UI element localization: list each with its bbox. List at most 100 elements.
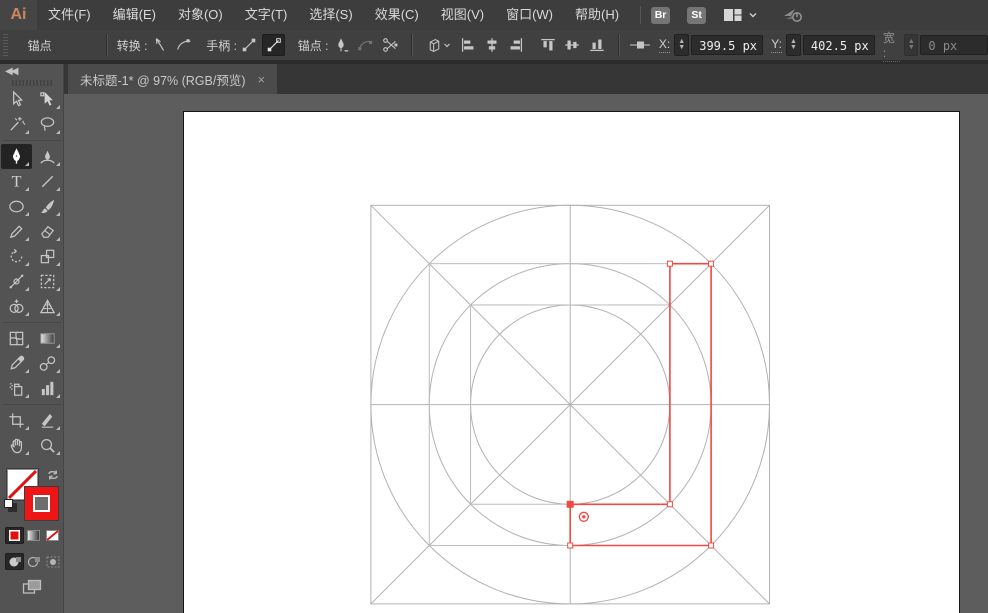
tool-zoom[interactable] — [32, 433, 63, 458]
menu-item[interactable]: 窗口(W) — [495, 0, 564, 30]
align-horizontal-center-icon — [487, 38, 497, 52]
anchor-point[interactable] — [567, 542, 574, 549]
bridge-button[interactable]: Br — [651, 6, 671, 24]
handles-hide-button[interactable] — [238, 34, 260, 56]
anchor-point[interactable] — [666, 501, 673, 508]
tool-slice[interactable] — [32, 408, 63, 433]
control-panel-title: 锚点 — [27, 38, 52, 53]
artboard[interactable] — [183, 111, 960, 613]
x-stepper[interactable]: ▲ ▼ — [674, 34, 690, 56]
y-label[interactable]: Y: — [771, 37, 782, 53]
tool-gradient[interactable] — [32, 326, 63, 351]
rotate-icon — [10, 248, 22, 263]
blend-icon — [39, 356, 55, 371]
width-field-group: 宽 : ▲ ▼ 0 px — [875, 29, 988, 62]
tool-curvature[interactable] — [32, 144, 63, 169]
gradient-button[interactable] — [24, 527, 43, 544]
tool-pen[interactable] — [0, 144, 32, 169]
menu-item[interactable]: 效果(C) — [364, 0, 430, 30]
tool-ellipse[interactable] — [1, 194, 32, 219]
tool-shape-builder[interactable] — [1, 294, 32, 319]
align-bottom-icon — [589, 39, 604, 52]
tab-close-button[interactable]: × — [258, 73, 266, 86]
cut-path-button[interactable] — [378, 34, 400, 56]
x-label[interactable]: X: — [658, 37, 671, 53]
tool-line-segment[interactable] — [32, 169, 63, 194]
tool-selection[interactable] — [1, 87, 32, 112]
none-button[interactable] — [43, 527, 62, 544]
line-segment-icon — [41, 175, 53, 188]
screen-mode-button[interactable] — [22, 579, 42, 600]
align-top-button[interactable] — [537, 34, 559, 56]
panel-drag-grip[interactable] — [0, 79, 63, 87]
tool-eraser[interactable] — [32, 219, 63, 244]
anchor-point[interactable] — [666, 260, 673, 267]
fill-stroke-area — [0, 463, 64, 613]
tool-perspective-grid[interactable] — [32, 294, 63, 319]
anchor-point[interactable] — [708, 542, 715, 549]
artwork-canvas[interactable] — [184, 112, 959, 613]
handles-show-button[interactable] — [262, 34, 285, 56]
tool-type[interactable]: T — [1, 169, 32, 194]
workspace-switcher-button[interactable] — [723, 7, 758, 23]
y-stepper[interactable]: ▲ ▼ — [785, 34, 801, 56]
stock-button[interactable]: St — [687, 6, 707, 24]
menu-item[interactable]: 选择(S) — [298, 0, 363, 30]
gpu-performance-button[interactable] — [782, 6, 804, 24]
swap-fill-stroke-icon[interactable] — [46, 468, 60, 487]
paint-style-buttons — [5, 527, 62, 544]
panel-collapse-button[interactable]: ◀◀ — [0, 64, 63, 79]
ellipse-icon — [8, 200, 24, 213]
align-bottom-button[interactable] — [586, 34, 608, 56]
align-vertical-center-button[interactable] — [561, 34, 583, 56]
stroke-swatch[interactable] — [25, 487, 58, 520]
align-horizontal-center-button[interactable] — [481, 34, 503, 56]
convert-to-smooth-button[interactable] — [173, 34, 195, 56]
tool-hand[interactable] — [1, 433, 32, 458]
menu-item[interactable]: 帮助(H) — [564, 0, 630, 30]
pen-cursor-indicator — [578, 511, 589, 522]
tool-symbol-sprayer[interactable] — [1, 376, 32, 401]
draw-behind-button[interactable] — [24, 553, 43, 570]
x-field-group: X: ▲ ▼ 399.5 px — [651, 34, 764, 56]
anchor-point[interactable] — [708, 260, 715, 267]
stroke-swatch-hole — [33, 495, 50, 512]
tool-scale[interactable] — [32, 244, 63, 269]
align-left-button[interactable] — [456, 34, 478, 56]
document-tab[interactable]: 未标题-1* @ 97% (RGB/预览) × — [68, 64, 278, 94]
menu-item[interactable]: 文件(F) — [37, 0, 102, 30]
default-fill-stroke-icon[interactable] — [4, 499, 18, 513]
align-to-selection-dropdown[interactable] — [423, 34, 455, 56]
handles-show-icon — [267, 38, 281, 52]
tool-width-tool[interactable] — [1, 269, 32, 294]
tool-eyedropper[interactable] — [1, 351, 32, 376]
menu-item[interactable]: 视图(V) — [430, 0, 495, 30]
tool-pencil[interactable] — [1, 219, 32, 244]
y-input[interactable]: 402.5 px — [802, 35, 875, 55]
tool-mesh[interactable] — [1, 326, 32, 351]
connect-endpoints-button[interactable] — [354, 34, 376, 56]
tool-magic-wand[interactable] — [1, 112, 32, 137]
draw-inside-button[interactable] — [43, 553, 62, 570]
menu-item[interactable]: 文字(T) — [234, 0, 299, 30]
color-button[interactable] — [5, 527, 24, 544]
tool-free-transform[interactable] — [32, 269, 63, 294]
align-right-button[interactable] — [505, 34, 527, 56]
tool-column-graph[interactable] — [32, 376, 63, 401]
x-input[interactable]: 399.5 px — [691, 35, 764, 55]
remove-anchor-button[interactable] — [329, 34, 351, 56]
draw-normal-button[interactable] — [5, 553, 24, 570]
tool-lasso[interactable] — [32, 112, 63, 137]
eraser-icon — [40, 225, 54, 238]
tool-artboard-tool[interactable] — [1, 408, 32, 433]
menu-item[interactable]: 对象(O) — [167, 0, 234, 30]
tool-direct-selection[interactable] — [32, 87, 63, 112]
pasteboard[interactable] — [64, 94, 988, 613]
tool-paintbrush[interactable] — [32, 194, 63, 219]
convert-to-corner-button[interactable] — [148, 34, 170, 56]
menu-item[interactable]: 编辑(E) — [102, 0, 167, 30]
panel-grip[interactable] — [3, 34, 8, 56]
tool-rotate[interactable] — [1, 244, 32, 269]
tool-blend[interactable] — [32, 351, 63, 376]
selected-anchor-point[interactable] — [566, 500, 574, 508]
